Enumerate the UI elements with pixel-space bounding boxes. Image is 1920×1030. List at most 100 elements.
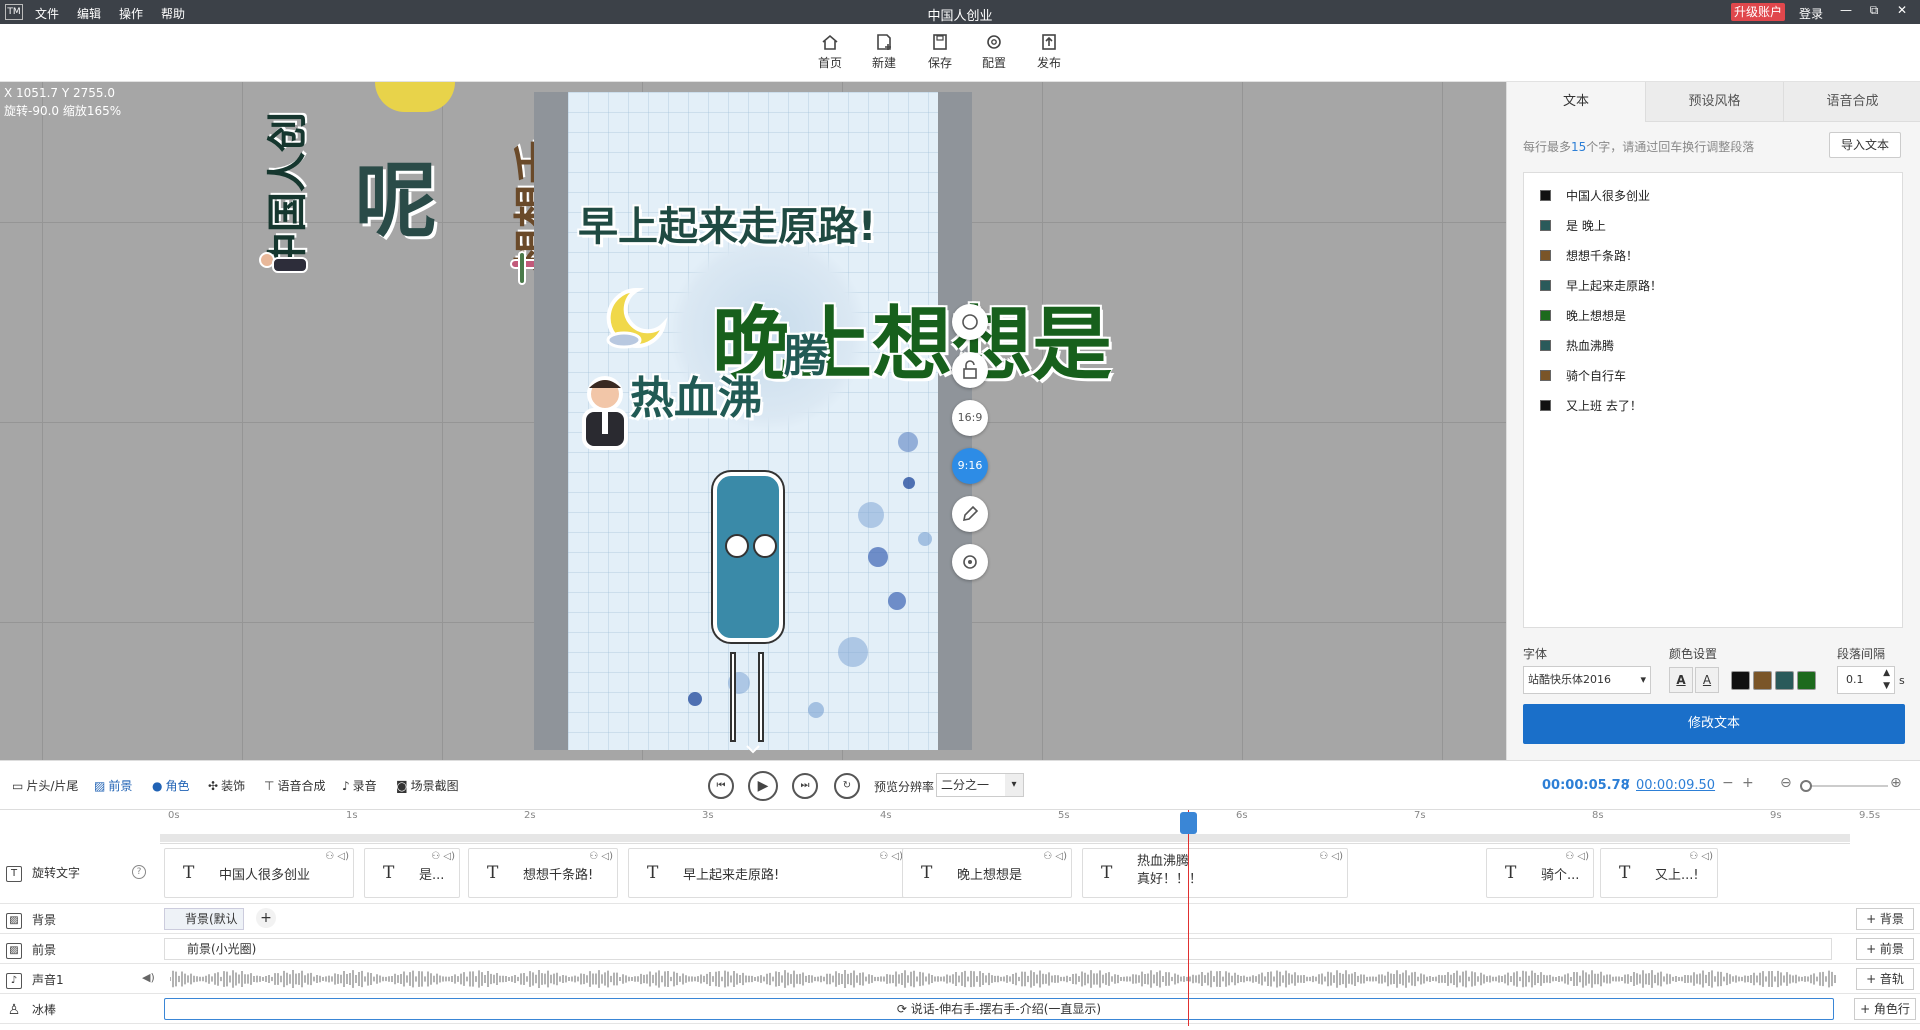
line-color-swatch[interactable] xyxy=(1540,370,1551,381)
clip-role-sound-icon[interactable]: ⚇ ◁) xyxy=(879,851,903,862)
line-color-swatch[interactable] xyxy=(1540,220,1551,231)
text-editor-area[interactable]: 中国人很多创业是 晚上 想想千条路！ 早上起来走原路！ 晚上想想是 热血沸腾 骑个自行车… xyxy=(1523,172,1903,628)
ratio-16-9-button[interactable]: 16:9 xyxy=(952,400,988,436)
modify-text-button[interactable]: 修改文本 xyxy=(1523,704,1905,744)
character-bingbang[interactable] xyxy=(713,472,783,642)
tab-decoration[interactable]: ✣ 装饰 xyxy=(208,777,245,794)
zoom-slider[interactable] xyxy=(1800,780,1888,792)
restore-icon[interactable]: ⧉ xyxy=(1866,3,1882,18)
menu-file[interactable]: 文件 xyxy=(35,5,59,22)
rotate-button[interactable] xyxy=(952,304,988,340)
stepper-arrows-icon[interactable]: ▲ ▼ xyxy=(1883,667,1890,693)
line-color-swatch[interactable] xyxy=(1540,250,1551,261)
login-link[interactable]: 登录 xyxy=(1799,5,1823,22)
color-swatch[interactable] xyxy=(1797,671,1816,690)
zoom-in-icon[interactable]: ⊕ xyxy=(1890,775,1902,791)
upgrade-account-button[interactable]: 升级账户 xyxy=(1731,3,1786,21)
color-swatch[interactable] xyxy=(1731,671,1750,690)
stage-text-teng[interactable]: 腾 xyxy=(784,320,828,384)
editor-canvas[interactable]: X 1051.7 Y 2755.0 旋转-90.0 缩放165% 中国人创 呢 … xyxy=(0,82,1506,760)
offstage-text-ni[interactable]: 呢 xyxy=(355,134,437,253)
config-button[interactable]: 配置 xyxy=(974,32,1014,71)
line-color-swatch[interactable] xyxy=(1540,280,1551,291)
collapse-handle[interactable] xyxy=(743,742,763,756)
replay-button[interactable]: ↻ xyxy=(834,773,860,799)
minimize-icon[interactable]: — xyxy=(1838,3,1854,17)
clip-role-sound-icon[interactable]: ⚇ ◁) xyxy=(325,851,349,862)
role-action-clip[interactable]: ⟳ 说话-伸右手-摆右手-介绍(一直显示) xyxy=(164,998,1834,1020)
color-swatch[interactable] xyxy=(1753,671,1772,690)
tab-foreground[interactable]: ▨ 前景 xyxy=(94,777,132,794)
clip-role-sound-icon[interactable]: ⚇ ◁) xyxy=(431,851,455,862)
close-icon[interactable]: ✕ xyxy=(1894,3,1910,17)
speaker-icon[interactable]: ◀) xyxy=(142,971,155,984)
clip-role-sound-icon[interactable]: ⚇ ◁) xyxy=(1565,851,1589,862)
playhead-handle[interactable] xyxy=(1180,812,1197,834)
text-clip[interactable]: T 热血沸腾 真好！！！ ⚇ ◁) xyxy=(1082,848,1348,898)
offstage-moon-sticker[interactable] xyxy=(375,82,455,112)
prev-button[interactable]: ⏮ xyxy=(708,773,734,799)
duration-decrease-icon[interactable]: − xyxy=(1722,775,1734,791)
line-color-swatch[interactable] xyxy=(1540,190,1551,201)
next-button[interactable]: ⏭ xyxy=(792,773,818,799)
tab-role[interactable]: ● 角色 xyxy=(152,777,190,794)
text-clip[interactable]: T 骑个... ⚇ ◁) xyxy=(1486,848,1594,898)
text-clip[interactable]: T 又上...! ⚇ ◁) xyxy=(1600,848,1718,898)
background-clip[interactable]: 背景(默认 xyxy=(164,908,244,930)
add-background-button[interactable]: + 背景 xyxy=(1856,908,1914,930)
time-ruler[interactable]: 0s 1s 2s 3s 4s 5s 6s 7s 8s 9s 9.5s xyxy=(160,810,1880,844)
import-text-button[interactable]: 导入文本 xyxy=(1829,132,1901,158)
add-background-icon[interactable]: + xyxy=(256,908,276,928)
ratio-9-16-button[interactable]: 9:16 xyxy=(952,448,988,484)
add-role-row-button[interactable]: + 角色行 xyxy=(1854,998,1916,1020)
foreground-clip[interactable]: 前景(小光圈) xyxy=(164,938,1832,960)
outline-color-button[interactable]: A xyxy=(1695,667,1719,693)
text-clip[interactable]: T 是... ⚇ ◁) xyxy=(364,848,460,898)
font-select[interactable]: 站酷快乐体2016 ▾ xyxy=(1523,666,1651,694)
offstage-person-sticker[interactable] xyxy=(255,250,311,280)
duration-increase-icon[interactable]: + xyxy=(1742,775,1754,791)
clip-role-sound-icon[interactable]: ⚇ ◁) xyxy=(1319,851,1343,862)
clip-role-sound-icon[interactable]: ⚇ ◁) xyxy=(1043,851,1067,862)
text-clip[interactable]: T 想想千条路! ⚇ ◁) xyxy=(468,848,618,898)
zoom-slider-handle[interactable] xyxy=(1800,780,1812,792)
play-button[interactable]: ▶ xyxy=(748,771,778,801)
home-button[interactable]: 首页 xyxy=(810,32,850,71)
tab-preset-style[interactable]: 预设风格 xyxy=(1645,82,1783,122)
text-clip[interactable]: T 早上起来走原路! ⚇ ◁) xyxy=(628,848,908,898)
tab-intro-outro[interactable]: ▭ 片头/片尾 xyxy=(12,777,78,794)
save-button[interactable]: 保存 xyxy=(920,32,960,71)
line-color-swatch[interactable] xyxy=(1540,400,1551,411)
settings-button[interactable] xyxy=(952,544,988,580)
menu-help[interactable]: 帮助 xyxy=(161,5,185,22)
lock-button[interactable] xyxy=(952,352,988,388)
menu-operate[interactable]: 操作 xyxy=(119,5,143,22)
add-foreground-button[interactable]: + 前景 xyxy=(1856,938,1914,960)
stage-text-rexuefei[interactable]: 热血沸 xyxy=(630,362,762,426)
line-color-swatch[interactable] xyxy=(1540,340,1551,351)
color-swatch[interactable] xyxy=(1775,671,1794,690)
clip-role-sound-icon[interactable]: ⚇ ◁) xyxy=(1689,851,1713,862)
person-sticker[interactable] xyxy=(574,372,636,454)
tab-record[interactable]: ♪ 录音 xyxy=(342,777,377,794)
offstage-text-zhongguoren[interactable]: 中国人创 xyxy=(255,112,313,272)
text-clip[interactable]: T 中国人很多创业 ⚇ ◁) xyxy=(164,848,354,898)
total-time[interactable]: 00:00:09.50 xyxy=(1636,778,1715,793)
moon-sticker[interactable] xyxy=(602,282,672,352)
spacing-input[interactable]: 0.1 ▲ ▼ xyxy=(1837,666,1895,694)
tab-speech[interactable]: ⊤ 语音合成 xyxy=(264,777,325,794)
line-color-swatch[interactable] xyxy=(1540,310,1551,321)
text-color-button[interactable]: A xyxy=(1669,667,1693,693)
publish-button[interactable]: 发布 xyxy=(1029,32,1069,71)
edit-button[interactable] xyxy=(952,496,988,532)
text-clip[interactable]: T 晚上想想是 ⚇ ◁) xyxy=(902,848,1072,898)
new-button[interactable]: 新建 xyxy=(864,32,904,71)
tab-speech-synthesis[interactable]: 语音合成 xyxy=(1783,82,1920,122)
tab-scene-capture[interactable]: ◙ 场景截图 xyxy=(396,777,459,794)
stage-text-zaoshang[interactable]: 早上起来走原路! xyxy=(578,194,876,252)
preview-resolution-select[interactable]: 二分之一 ▾ xyxy=(936,773,1024,797)
help-icon[interactable]: ? xyxy=(132,865,146,879)
menu-edit[interactable]: 编辑 xyxy=(77,5,101,22)
add-audio-track-button[interactable]: + 音轨 xyxy=(1856,968,1914,990)
audio-waveform[interactable] xyxy=(169,969,1838,989)
